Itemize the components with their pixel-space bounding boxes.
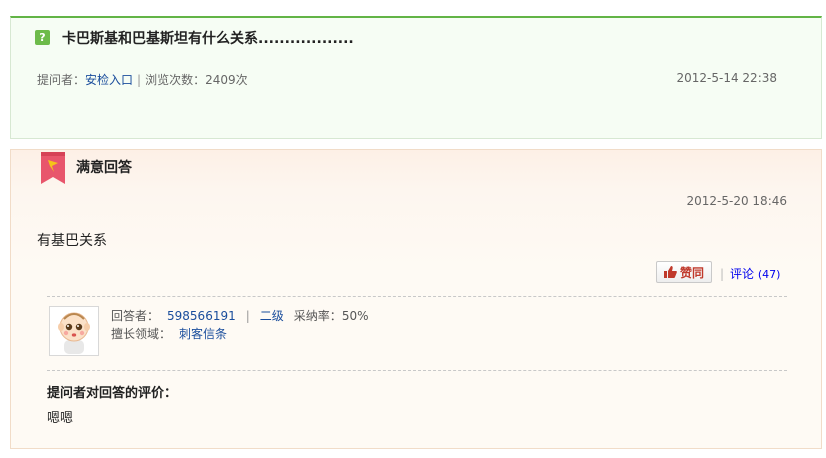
answer-date: 2012-5-20 18:46: [686, 194, 788, 208]
divider: [47, 370, 787, 371]
question-meta: 提问者：安检入口 | 浏览次数：2409次: [37, 71, 248, 88]
answerer-label: 回答者：: [111, 309, 160, 323]
answerer-level-link[interactable]: 二级: [260, 309, 284, 323]
answerer-avatar[interactable]: [49, 306, 99, 356]
question-title: 卡巴斯基和巴基斯坦有什么关系..................: [62, 31, 354, 47]
comment-link[interactable]: 评论 (47): [730, 267, 780, 281]
answerer-name-link[interactable]: 598566191: [167, 309, 236, 323]
adoption-label: 采纳率：: [293, 309, 342, 323]
divider: [47, 296, 787, 297]
expertise-link[interactable]: 刺客信条: [179, 327, 227, 341]
meta-separator: |: [137, 73, 142, 87]
evaluation-text: 嗯嗯: [47, 411, 74, 426]
question-icon: ?: [35, 30, 50, 45]
comment-label: 评论: [730, 267, 755, 281]
answerer-separator: |: [245, 309, 250, 323]
like-label: 赞同: [679, 265, 704, 280]
answerer-info: 回答者： 598566191 | 二级 采纳率：50%: [111, 307, 368, 324]
views-label: 浏览次数：: [145, 73, 206, 87]
expertise-info: 擅长领域： 刺客信条: [111, 325, 227, 342]
like-button[interactable]: 赞同: [656, 261, 712, 283]
comment-area: | 评论 (47): [720, 265, 780, 282]
comment-count: (47): [757, 268, 781, 281]
best-answer-title: 满意回答: [76, 160, 132, 176]
question-panel: ? 卡巴斯基和巴基斯坦有什么关系.................. 提问者：安…: [10, 16, 822, 139]
views-value: 2409次: [205, 73, 248, 87]
question-date: 2012-5-14 22:38: [676, 71, 778, 85]
best-answer-ribbon-icon: [41, 152, 65, 184]
expertise-label: 擅长领域：: [111, 327, 172, 341]
asker-label: 提问者：: [37, 73, 86, 87]
asker-name-link[interactable]: 安检入口: [85, 73, 133, 87]
evaluation-title: 提问者对回答的评价：: [47, 386, 178, 401]
thumbs-up-icon: [663, 266, 677, 278]
comment-separator: |: [720, 267, 725, 281]
best-answer-panel: 满意回答 2012-5-20 18:46 有基巴关系 赞同 | 评论 (47): [10, 149, 822, 449]
answer-content: 有基巴关系: [37, 233, 107, 249]
adoption-value: 50%: [341, 309, 369, 323]
baby-avatar-icon: [58, 312, 90, 354]
